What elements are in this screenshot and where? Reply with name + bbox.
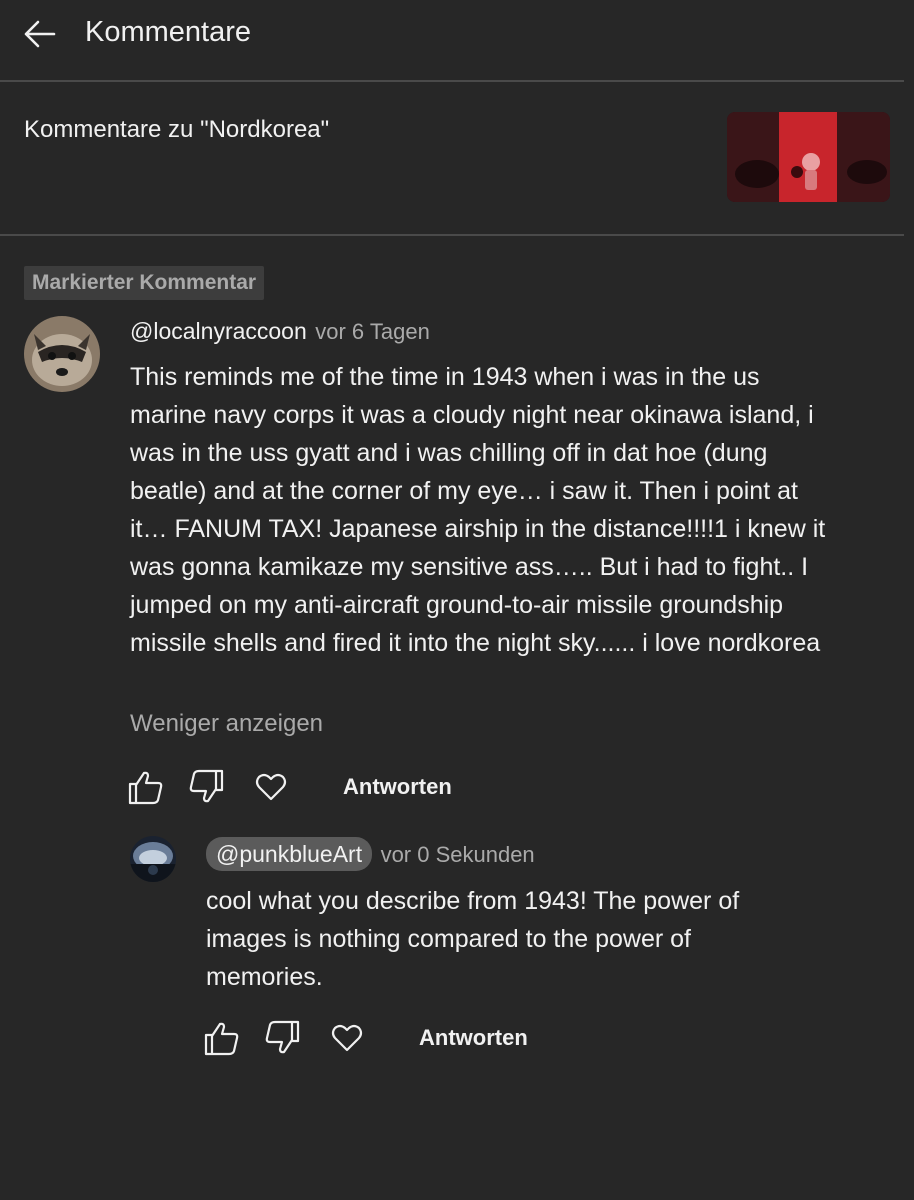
heart-icon (255, 773, 287, 801)
reply-reply-button[interactable]: Antworten (419, 1025, 528, 1051)
dislike-button[interactable] (187, 767, 227, 807)
section-divider (0, 234, 904, 236)
page-title: Kommentare (85, 16, 252, 48)
reply-button[interactable]: Antworten (343, 774, 452, 800)
heart-button[interactable] (251, 767, 291, 807)
thumbs-down-icon (189, 769, 224, 803)
comment-time: vor 6 Tagen (315, 319, 430, 344)
reply-dislike-button[interactable] (263, 1018, 303, 1058)
like-button[interactable] (125, 767, 165, 807)
video-thumbnail[interactable] (727, 112, 890, 202)
reply-heart-button[interactable] (327, 1018, 367, 1058)
thumbs-up-icon (204, 1022, 239, 1056)
thumbs-up-icon (128, 771, 163, 805)
pinned-badge: Markierter Kommentar (24, 266, 265, 300)
comment-author[interactable]: @localnyraccoon (130, 318, 307, 344)
show-less-link[interactable]: Weniger anzeigen (130, 710, 323, 738)
avatar[interactable] (24, 316, 100, 392)
arrow-left-icon (24, 20, 56, 48)
video-title: Kommentare zu "Nordkorea" (24, 116, 330, 143)
reply-text: cool what you describe from 1943! The po… (206, 887, 740, 991)
reply-like-button[interactable] (201, 1018, 241, 1058)
comment-text: This reminds me of the time in 1943 when… (130, 363, 826, 657)
top-bar: Kommentare (0, 0, 914, 80)
comment-header: @localnyraccoon vor 6 Tagen (130, 318, 430, 345)
back-button[interactable] (20, 14, 60, 54)
thumbs-down-icon (265, 1020, 300, 1054)
reply-author-chip[interactable]: @punkblueArt (206, 837, 373, 871)
reply-header: @punkblueArt vor 0 Sekunden (206, 837, 535, 871)
header-divider (0, 80, 904, 82)
reply-time: vor 0 Sekunden (380, 842, 535, 867)
heart-icon (331, 1024, 363, 1052)
reply-avatar[interactable] (130, 836, 176, 882)
